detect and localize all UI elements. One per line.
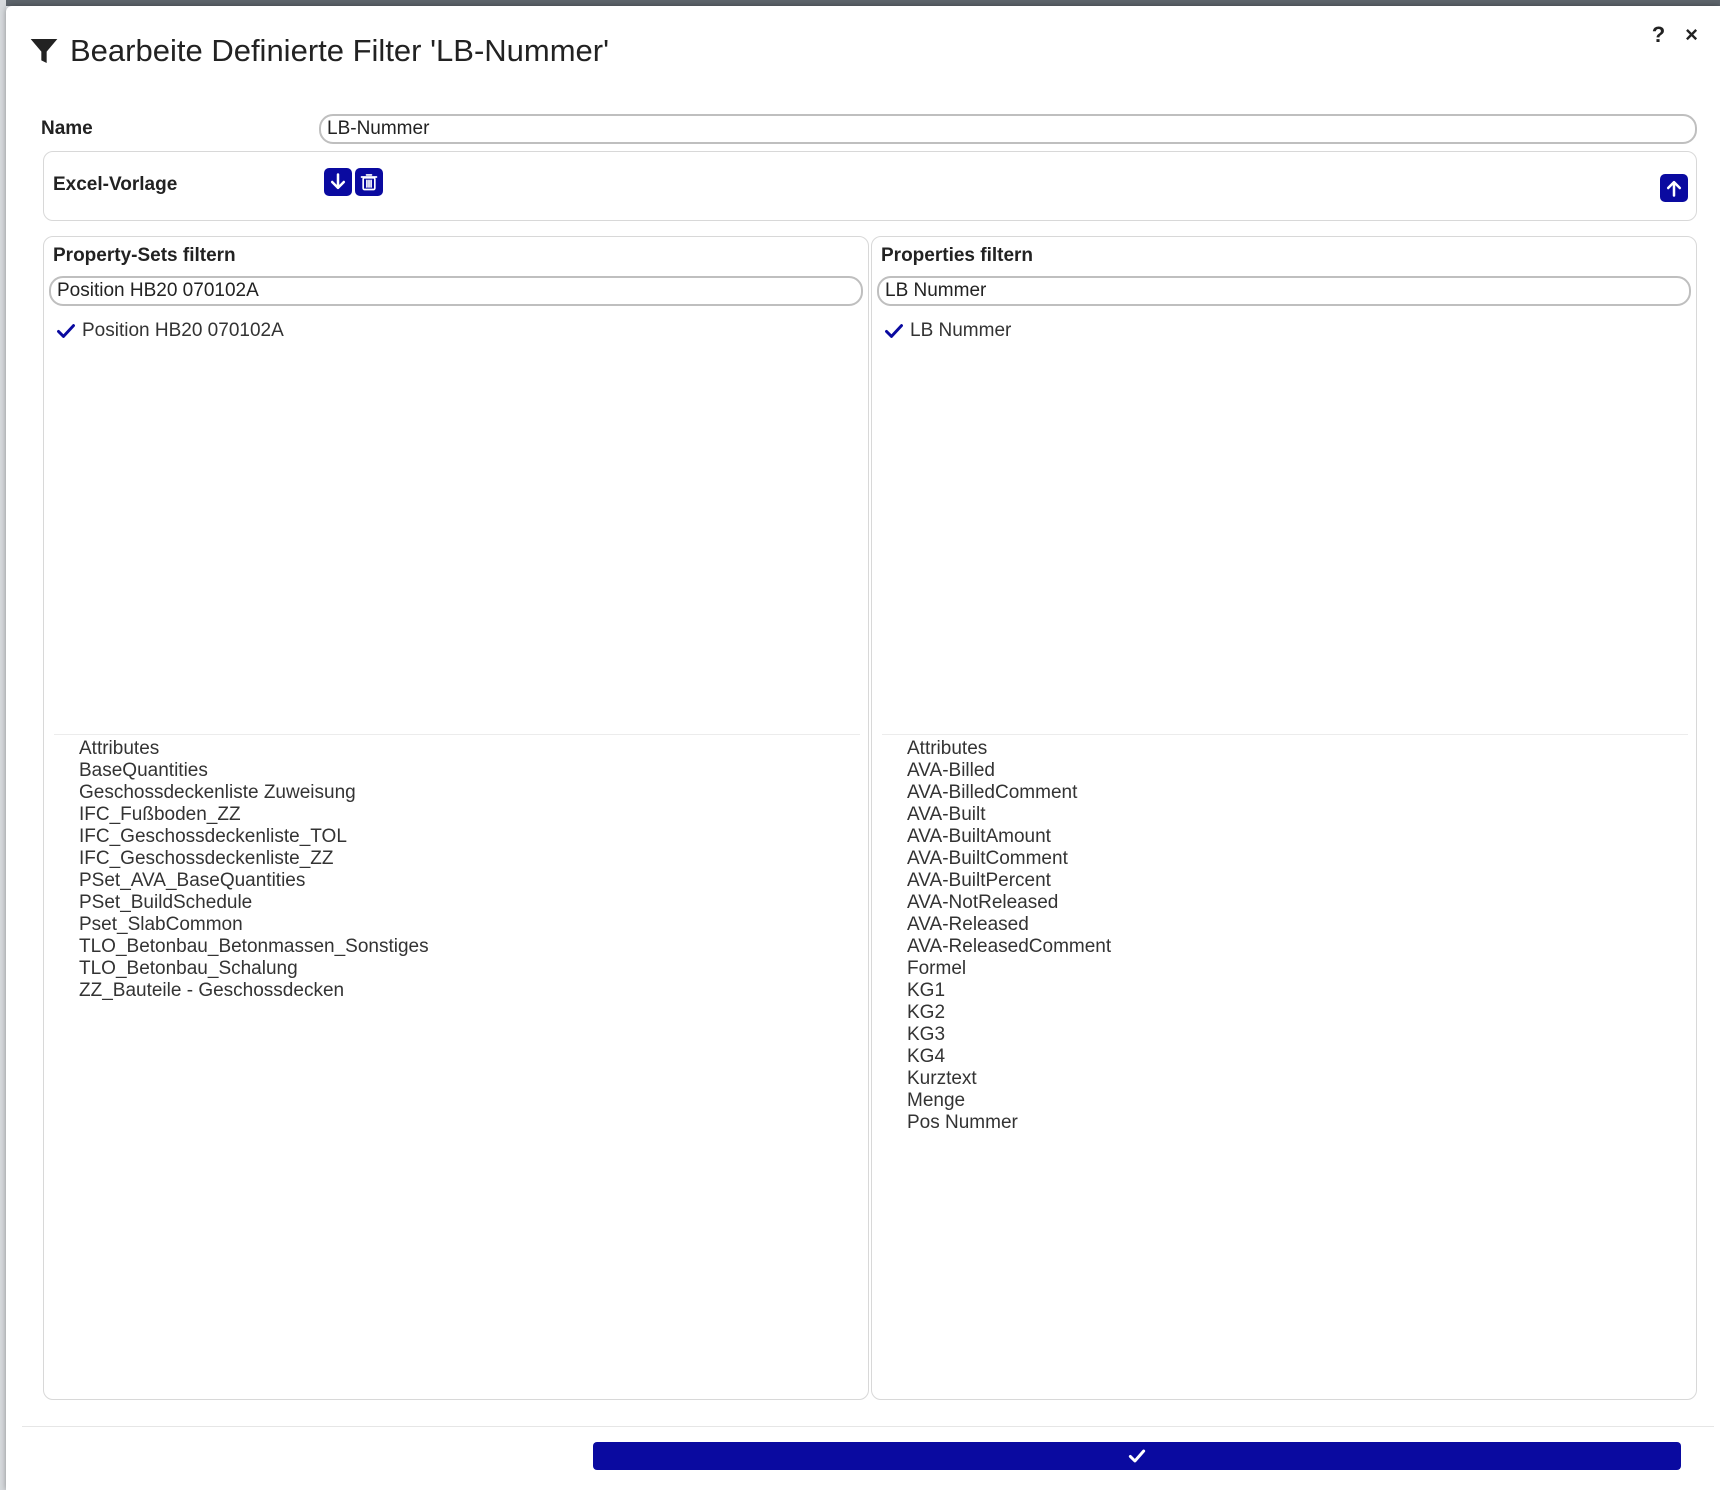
name-input[interactable] xyxy=(319,114,1697,144)
list-item[interactable]: Pos Nummer xyxy=(907,1112,1111,1134)
properties-list: Attributes AVA-Billed AVA-BilledComment … xyxy=(907,738,1111,1134)
list-item[interactable]: IFC_Fußboden_ZZ xyxy=(79,804,429,826)
list-item[interactable]: IFC_Geschossdeckenliste_ZZ xyxy=(79,848,429,870)
name-row: Name xyxy=(41,114,1697,144)
filter-icon xyxy=(30,39,58,63)
list-item[interactable]: TLO_Betonbau_Schalung xyxy=(79,958,429,980)
upload-template-button[interactable] xyxy=(1660,174,1688,202)
edit-filter-dialog: Bearbeite Definierte Filter 'LB-Nummer' … xyxy=(6,6,1720,1490)
arrow-up-icon xyxy=(1666,180,1682,197)
check-icon xyxy=(885,324,903,338)
list-item[interactable]: KG2 xyxy=(907,1002,1111,1024)
list-item[interactable]: Pset_SlabCommon xyxy=(79,914,429,936)
list-item[interactable]: AVA-BuiltPercent xyxy=(907,870,1111,892)
download-template-button[interactable] xyxy=(324,168,352,196)
delete-template-button[interactable] xyxy=(355,168,383,196)
list-item[interactable]: AVA-BuiltAmount xyxy=(907,826,1111,848)
excel-template-label: Excel-Vorlage xyxy=(53,174,178,195)
list-item[interactable]: ZZ_Bauteile - Geschossdecken xyxy=(79,980,429,1002)
trash-icon xyxy=(360,174,378,191)
list-item[interactable]: KG1 xyxy=(907,980,1111,1002)
check-icon xyxy=(57,324,75,338)
list-item[interactable]: AVA-NotReleased xyxy=(907,892,1111,914)
excel-template-section: Excel-Vorlage xyxy=(43,151,1697,221)
list-item[interactable]: AVA-BuiltComment xyxy=(907,848,1111,870)
dialog-controls: ? × xyxy=(1652,22,1698,48)
property-sets-divider xyxy=(54,734,860,735)
property-set-selected-label: Position HB20 070102A xyxy=(82,320,284,341)
check-icon xyxy=(1128,1449,1146,1463)
property-selected-item[interactable]: LB Nummer xyxy=(884,319,1011,343)
list-item[interactable]: AVA-Built xyxy=(907,804,1111,826)
list-item[interactable]: KG3 xyxy=(907,1024,1111,1046)
properties-panel: Properties filtern LB Nummer Attributes … xyxy=(871,236,1697,1400)
properties-divider xyxy=(882,734,1688,735)
list-item[interactable]: AVA-Released xyxy=(907,914,1111,936)
list-item[interactable]: Menge xyxy=(907,1090,1111,1112)
list-item[interactable]: AVA-Billed xyxy=(907,760,1111,782)
list-item[interactable]: PSet_BuildSchedule xyxy=(79,892,429,914)
close-button[interactable]: × xyxy=(1685,22,1698,48)
property-sets-panel: Property-Sets filtern Position HB20 0701… xyxy=(43,236,869,1400)
name-label: Name xyxy=(41,118,93,139)
list-item[interactable]: Kurztext xyxy=(907,1068,1111,1090)
property-set-selected-item[interactable]: Position HB20 070102A xyxy=(56,319,284,343)
list-item[interactable]: PSet_AVA_BaseQuantities xyxy=(79,870,429,892)
footer-divider xyxy=(22,1426,1714,1427)
list-item[interactable]: Geschossdeckenliste Zuweisung xyxy=(79,782,429,804)
list-item[interactable]: KG4 xyxy=(907,1046,1111,1068)
list-item[interactable]: BaseQuantities xyxy=(79,760,429,782)
property-sets-title: Property-Sets filtern xyxy=(53,245,236,266)
dialog-title: Bearbeite Definierte Filter 'LB-Nummer' xyxy=(70,33,610,68)
properties-title: Properties filtern xyxy=(881,245,1034,266)
property-sets-list: Attributes BaseQuantities Geschossdecken… xyxy=(79,738,429,1002)
list-item[interactable]: Formel xyxy=(907,958,1111,980)
list-item[interactable]: Attributes xyxy=(79,738,429,760)
list-item[interactable]: AVA-ReleasedComment xyxy=(907,936,1111,958)
dialog-header: Bearbeite Definierte Filter 'LB-Nummer' xyxy=(28,28,609,74)
properties-search-input[interactable] xyxy=(877,276,1691,306)
arrow-down-icon xyxy=(330,173,346,190)
help-button[interactable]: ? xyxy=(1652,22,1665,48)
confirm-button[interactable] xyxy=(593,1442,1681,1470)
list-item[interactable]: IFC_Geschossdeckenliste_TOL xyxy=(79,826,429,848)
property-sets-search-input[interactable] xyxy=(49,276,863,306)
property-selected-label: LB Nummer xyxy=(910,320,1012,341)
list-item[interactable]: TLO_Betonbau_Betonmassen_Sonstiges xyxy=(79,936,429,958)
list-item[interactable]: AVA-BilledComment xyxy=(907,782,1111,804)
list-item[interactable]: Attributes xyxy=(907,738,1111,760)
